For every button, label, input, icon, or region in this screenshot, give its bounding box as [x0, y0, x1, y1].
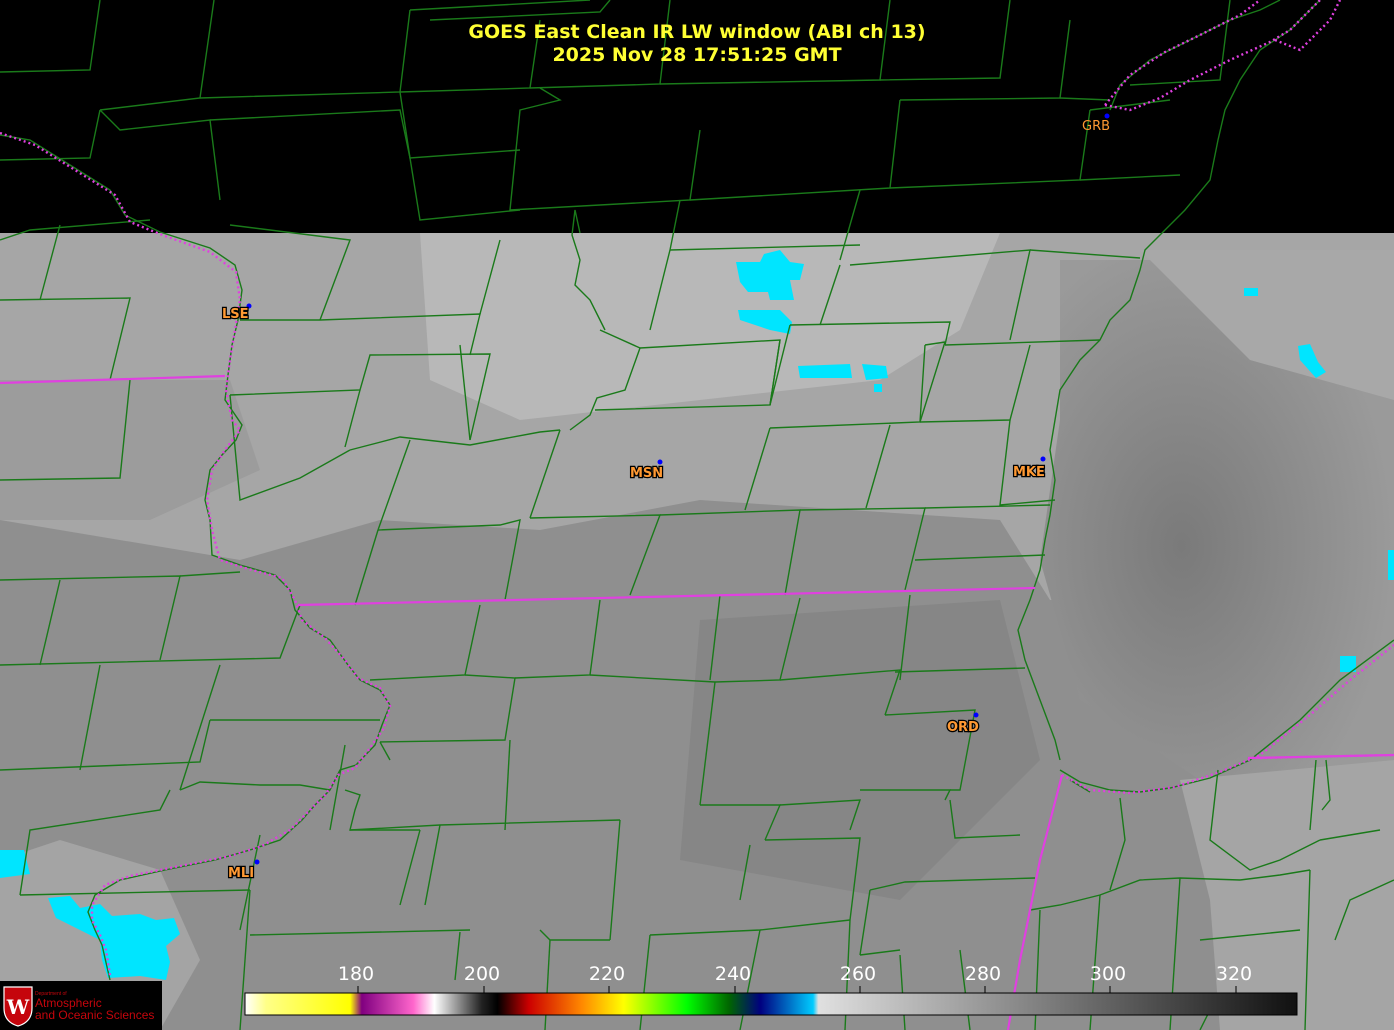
colorbar-tick-label: 200: [464, 963, 500, 985]
station-label: LSE: [222, 307, 249, 322]
colorbar-tick-label: 280: [965, 963, 1001, 985]
colorbar-tick-label: 240: [715, 963, 751, 985]
colorbar-tick-label: 300: [1090, 963, 1126, 985]
station-label: MSN: [630, 466, 663, 481]
station-dot: [973, 712, 979, 718]
station-lse[interactable]: LSE: [221, 303, 252, 323]
colorbar-tick-label: 180: [338, 963, 374, 985]
station-dot: [1040, 456, 1046, 462]
map-canvas: GRB LSE MSN MKE ORD MLI 180 200 220 240 …: [0, 0, 1394, 1030]
colorbar-tick-label: 260: [840, 963, 876, 985]
svg-text:W: W: [6, 995, 30, 1019]
station-label: ORD: [947, 720, 979, 735]
station-dot: [657, 459, 663, 465]
colorbar-tick-label: 320: [1216, 963, 1252, 985]
satellite-map-view: GRB LSE MSN MKE ORD MLI 180 200 220 240 …: [0, 0, 1394, 1030]
image-title: GOES East Clean IR LW window (ABI ch 13): [468, 21, 926, 43]
colorbar-tick-label: 220: [589, 963, 625, 985]
uw-aos-logo: W Department of Atmospheric and Oceanic …: [0, 981, 162, 1030]
logo-line2: and Oceanic Sciences: [35, 1008, 155, 1022]
station-label: GRB: [1082, 119, 1110, 134]
station-label: MLI: [228, 866, 254, 881]
logo-text: Department of Atmospheric and Oceanic Sc…: [35, 991, 154, 1021]
station-dot: [1104, 113, 1110, 119]
station-dot: [254, 859, 260, 865]
image-timestamp: 2025 Nov 28 17:51:25 GMT: [552, 44, 842, 66]
colorbar-ramp: [244, 992, 1298, 1016]
uw-crest-icon: W: [3, 986, 33, 1027]
station-label: MKE: [1013, 465, 1045, 480]
ir-imagery: [0, 233, 1394, 1030]
